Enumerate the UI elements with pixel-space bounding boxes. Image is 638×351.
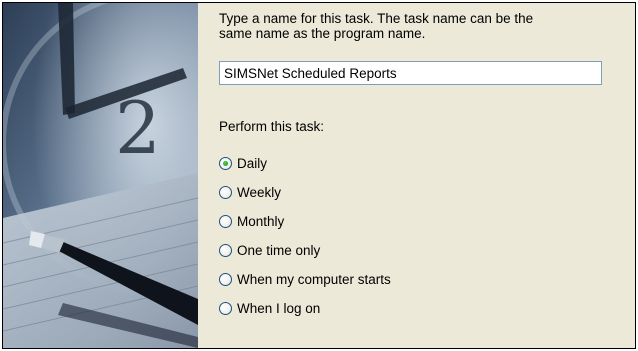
radio-log-on[interactable] <box>219 302 232 315</box>
clock-and-pen-wizard-art: 2 <box>3 3 198 348</box>
task-name-prompt: Type a name for this task. The task name… <box>219 11 534 41</box>
task-name-input[interactable] <box>219 61 602 85</box>
wizard-dialog: 2 Type a name for this task. The task na… <box>2 2 636 349</box>
option-monthly[interactable]: Monthly <box>219 207 391 236</box>
option-daily[interactable]: Daily <box>219 149 391 178</box>
perform-task-label: Perform this task: <box>219 119 325 134</box>
option-label: Weekly <box>237 185 282 200</box>
radio-computer-starts[interactable] <box>219 273 232 286</box>
option-label: When I log on <box>237 301 321 316</box>
schedule-options: Daily Weekly Monthly One time only When … <box>219 149 391 323</box>
radio-monthly[interactable] <box>219 215 232 228</box>
option-log-on[interactable]: When I log on <box>219 294 391 323</box>
option-label: One time only <box>237 243 321 258</box>
radio-daily[interactable] <box>219 157 232 170</box>
radio-one-time-only[interactable] <box>219 244 232 257</box>
task-settings-panel: Type a name for this task. The task name… <box>219 3 629 348</box>
option-label: Monthly <box>237 214 285 229</box>
option-label: When my computer starts <box>237 272 391 287</box>
option-label: Daily <box>237 156 268 171</box>
option-weekly[interactable]: Weekly <box>219 178 391 207</box>
option-one-time-only[interactable]: One time only <box>219 236 391 265</box>
radio-weekly[interactable] <box>219 186 232 199</box>
svg-text:2: 2 <box>115 86 161 170</box>
option-computer-starts[interactable]: When my computer starts <box>219 265 391 294</box>
